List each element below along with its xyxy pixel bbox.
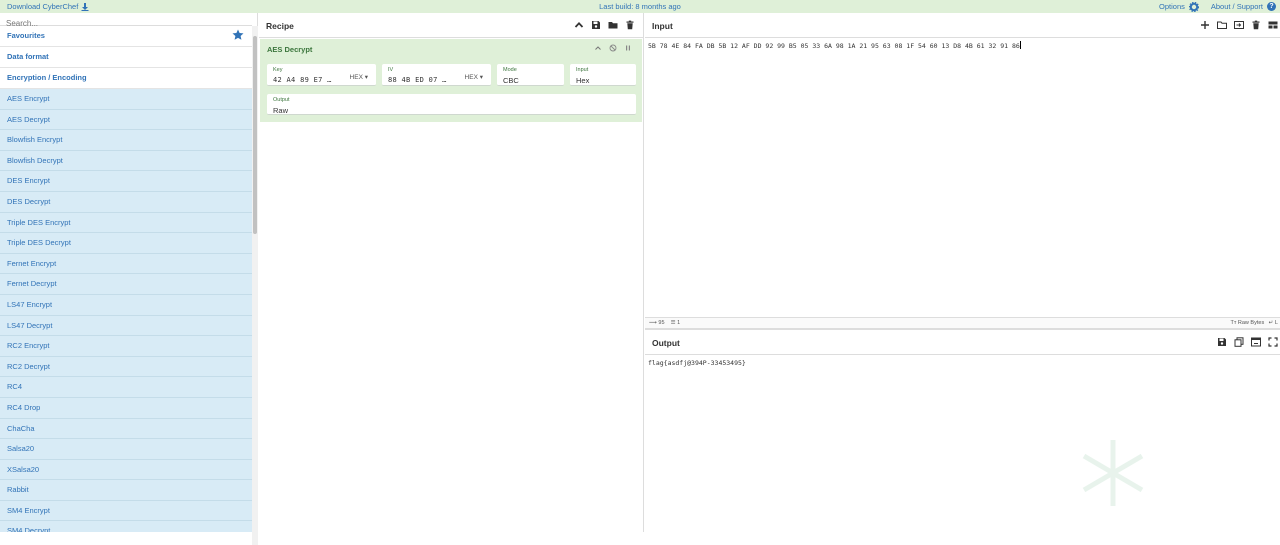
layout-icon[interactable] [1268, 20, 1278, 30]
operation-item[interactable]: XSalsa20 [0, 460, 252, 481]
trash-icon[interactable] [625, 20, 635, 30]
help-icon[interactable]: ? [1267, 2, 1276, 11]
operation-item[interactable]: Rabbit [0, 480, 252, 501]
about-support-link[interactable]: About / Support [1211, 0, 1263, 13]
input-header: Input [645, 13, 1280, 38]
chevron-up-icon[interactable] [574, 20, 584, 30]
operation-item[interactable]: DES Decrypt [0, 192, 252, 213]
output-format-select[interactable]: Output Raw [267, 94, 636, 115]
category-encryption-encoding[interactable]: Encryption / Encoding [0, 68, 252, 89]
operation-item[interactable]: RC4 [0, 377, 252, 398]
operation-item[interactable]: RC2 Decrypt [0, 357, 252, 378]
iv-format-dropdown[interactable]: HEX ▾ [465, 73, 483, 81]
save-icon[interactable] [591, 20, 601, 30]
options-link[interactable]: Options [1159, 0, 1185, 13]
category-label: Encryption / Encoding [7, 73, 87, 82]
star-icon[interactable] [232, 29, 244, 41]
operations-scrollbar[interactable] [252, 26, 258, 545]
load-file-icon[interactable] [1234, 20, 1244, 30]
recipe-operation-aes-decrypt[interactable]: AES Decrypt Key 42 A4 89 E7 … HEX ▾ IV 8… [260, 39, 642, 122]
text-cursor [1019, 41, 1021, 49]
disable-icon[interactable] [609, 44, 617, 52]
recipe-title: Recipe [266, 21, 294, 31]
mode-select[interactable]: Mode CBC [497, 64, 564, 86]
operation-item[interactable]: RC4 Drop [0, 398, 252, 419]
mode-value[interactable]: CBC [503, 76, 519, 85]
operation-item[interactable]: DES Encrypt [0, 171, 252, 192]
copy-icon[interactable] [1234, 337, 1244, 347]
key-field[interactable]: Key 42 A4 89 E7 … HEX ▾ [267, 64, 376, 86]
category-data-format[interactable]: Data format [0, 47, 252, 68]
mode-label: Mode [503, 67, 517, 73]
operation-item[interactable]: ChaCha [0, 419, 252, 440]
operation-item[interactable]: LS47 Encrypt [0, 295, 252, 316]
input-panel: Input 5B 78 4E 84 FA DB 5B 12 AF DD 92 9… [645, 13, 1280, 329]
gear-icon[interactable] [1188, 1, 1199, 12]
output-format-label: Output [273, 97, 290, 103]
category-favourites[interactable]: Favourites [0, 26, 252, 47]
input-format-label: Input [576, 67, 589, 73]
recipe-panel: Recipe AES Decrypt Key 42 A4 89 E7 … HEX… [259, 13, 644, 532]
iv-value[interactable]: 88 4B ED 07 … [388, 76, 447, 84]
input-textarea[interactable]: 5B 78 4E 84 FA DB 5B 12 AF DD 92 99 B5 0… [648, 41, 1021, 50]
input-length: 95 [658, 320, 665, 326]
pause-icon[interactable] [624, 44, 632, 52]
input-encoding[interactable]: Raw Bytes [1238, 320, 1264, 326]
lines-icon: ☰ [670, 320, 676, 326]
operation-item[interactable]: SM4 Encrypt [0, 501, 252, 522]
add-tab-icon[interactable] [1200, 20, 1210, 30]
output-format-value[interactable]: Raw [273, 106, 288, 115]
operation-item[interactable]: RC2 Encrypt [0, 336, 252, 357]
operation-name: AES Decrypt [267, 45, 313, 54]
top-banner: Download CyberChef Last build: 8 months … [0, 0, 1280, 13]
eol-icon[interactable]: ↵ L [1269, 320, 1278, 326]
output-header: Output [645, 330, 1280, 355]
output-text[interactable]: flag{asdfj@394P-33453495} [648, 359, 746, 367]
operation-item[interactable]: Fernet Decrypt [0, 274, 252, 295]
operation-item[interactable]: AES Encrypt [0, 89, 252, 110]
output-title: Output [652, 338, 680, 348]
save-output-icon[interactable] [1217, 337, 1227, 347]
chevron-up-small-icon[interactable] [594, 44, 602, 52]
operations-panel: Favourites Data format Encryption / Enco… [0, 13, 258, 545]
input-format-value[interactable]: Hex [576, 76, 589, 85]
maximise-icon[interactable] [1268, 337, 1278, 347]
input-status-bar: ⟿ 95 ☰ 1 Tт Raw Bytes ↵ L [645, 317, 1280, 329]
operation-item[interactable]: Blowfish Decrypt [0, 151, 252, 172]
category-label: Favourites [7, 31, 45, 40]
iv-field[interactable]: IV 88 4B ED 07 … HEX ▾ [382, 64, 491, 86]
operations-search [0, 13, 252, 30]
key-format-dropdown[interactable]: HEX ▾ [350, 73, 368, 81]
category-label: Data format [7, 52, 49, 61]
operation-item[interactable]: Triple DES Encrypt [0, 213, 252, 234]
key-value[interactable]: 42 A4 89 E7 … [273, 76, 332, 84]
key-label: Key [273, 67, 283, 73]
length-icon: ⟿ [649, 320, 657, 326]
input-lines: 1 [677, 320, 681, 326]
input-title: Input [652, 21, 673, 31]
folder-icon[interactable] [608, 20, 618, 30]
replace-input-icon[interactable] [1251, 337, 1261, 347]
operation-item[interactable]: Triple DES Decrypt [0, 233, 252, 254]
operation-item[interactable]: LS47 Decrypt [0, 316, 252, 337]
encoding-icon[interactable]: Tт [1230, 320, 1236, 326]
scrollbar-thumb[interactable] [253, 36, 257, 234]
open-folder-icon[interactable] [1217, 20, 1227, 30]
operation-item[interactable]: AES Decrypt [0, 110, 252, 131]
clear-input-icon[interactable] [1251, 20, 1261, 30]
operation-item[interactable]: Blowfish Encrypt [0, 130, 252, 151]
recipe-header: Recipe [259, 13, 643, 38]
operation-item[interactable]: SM4 Decrypt [0, 521, 252, 532]
operation-item[interactable]: Salsa20 [0, 439, 252, 460]
last-build-text: Last build: 8 months ago [599, 2, 681, 11]
iv-label: IV [388, 67, 394, 73]
snowflake-watermark-icon [1082, 440, 1144, 506]
operation-list: AES Encrypt AES Decrypt Blowfish Encrypt Bl… [0, 89, 252, 532]
input-format-select[interactable]: Input Hex [570, 64, 636, 86]
operation-item[interactable]: Fernet Encrypt [0, 254, 252, 275]
